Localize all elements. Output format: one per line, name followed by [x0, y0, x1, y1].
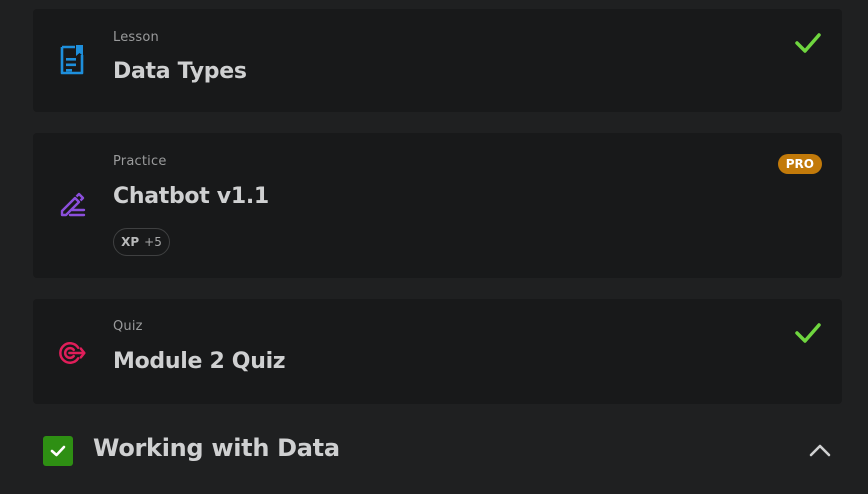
section-complete-checkbox: [43, 436, 73, 466]
xp-value: +5: [144, 235, 162, 249]
quiz-card-module-2[interactable]: Quiz Module 2 Quiz: [33, 299, 842, 404]
check-icon: [50, 445, 66, 457]
target-icon: [57, 338, 87, 368]
document-icon: [57, 45, 87, 75]
item-title: Data Types: [113, 59, 247, 84]
item-kind-label: Practice: [113, 154, 167, 169]
section-header-working-with-data[interactable]: Working with Data: [33, 418, 842, 484]
check-icon: [795, 33, 821, 53]
practice-card-chatbot[interactable]: Practice Chatbot v1.1 PRO XP +5: [33, 133, 842, 278]
chevron-up-icon[interactable]: [808, 440, 832, 460]
item-kind-label: Lesson: [113, 30, 159, 45]
pro-badge: PRO: [777, 154, 822, 174]
item-kind-label: Quiz: [113, 319, 143, 334]
xp-pill: XP +5: [113, 228, 170, 256]
check-icon: [795, 323, 821, 343]
xp-label: XP: [121, 235, 140, 249]
pencil-icon: [57, 189, 87, 219]
lesson-card-data-types[interactable]: Lesson Data Types: [33, 9, 842, 112]
section-title: Working with Data: [93, 434, 340, 462]
item-title: Module 2 Quiz: [113, 349, 286, 374]
item-title: Chatbot v1.1: [113, 184, 269, 209]
